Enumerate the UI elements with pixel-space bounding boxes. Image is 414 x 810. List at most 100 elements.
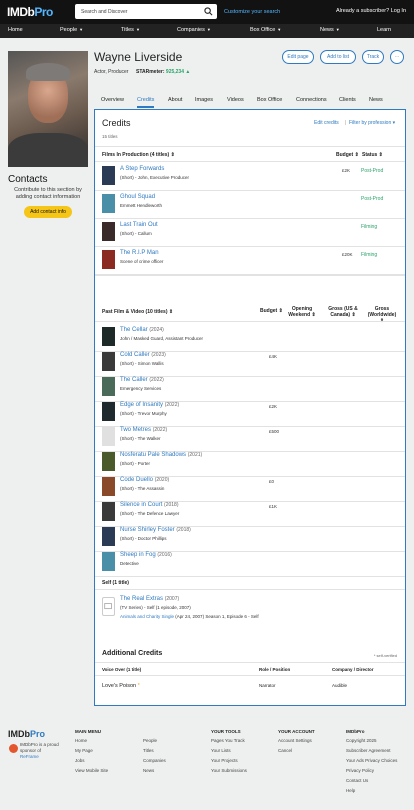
- sponsor-note: IMDbPro is a proud sponsor of ReFrame: [20, 742, 59, 760]
- footer-link-mobile[interactable]: View Mobile Site: [75, 768, 108, 773]
- add-to-list-button[interactable]: Add to list: [320, 50, 356, 64]
- past-film-header[interactable]: Past Film & Video (10 titles) ⇕: [102, 309, 173, 315]
- login-link[interactable]: Already a subscriber? Log In: [336, 8, 406, 14]
- poster-thumbnail[interactable]: [102, 327, 115, 346]
- footer-link-subscriber-agreement[interactable]: Subscriber Agreement: [346, 748, 391, 753]
- edit-credits-link[interactable]: Edit credits: [314, 120, 339, 126]
- poster-thumbnail[interactable]: [102, 452, 115, 471]
- footer-link-home[interactable]: Home: [75, 738, 87, 743]
- footer-link-submissions[interactable]: Your Submissions: [211, 768, 247, 773]
- footer-link-account-settings[interactable]: Account Settings: [278, 738, 312, 743]
- credit-title-link[interactable]: Nosferatu Pale Shadows (2021): [120, 452, 202, 458]
- budget-column-header[interactable]: Budget ⇕: [336, 152, 359, 158]
- episode-info: Animals and Charity Single (Apr 24, 2007…: [120, 614, 259, 619]
- tab-images[interactable]: Images: [195, 97, 213, 103]
- link-separator: |: [345, 120, 347, 126]
- credit-title-link[interactable]: The Caller (2022): [120, 377, 164, 383]
- customize-search-link[interactable]: Customize your search: [224, 9, 280, 15]
- footer-logo[interactable]: IMDbPro: [8, 729, 45, 739]
- search-input[interactable]: Search and Discover: [75, 4, 217, 19]
- footer-link-titles[interactable]: Titles: [143, 748, 154, 753]
- episode-link[interactable]: Animals and Charity Single: [120, 614, 174, 619]
- credit-title-link[interactable]: Cold Caller (2023): [120, 352, 166, 358]
- edit-page-button[interactable]: Edit page: [282, 50, 314, 64]
- credit-role: Scene of crime officer: [120, 259, 164, 264]
- tab-credits[interactable]: Credits: [137, 97, 155, 108]
- footer-link-people[interactable]: People: [143, 738, 157, 743]
- poster-thumbnail[interactable]: [102, 502, 115, 521]
- nav-people[interactable]: People ▼: [60, 27, 83, 33]
- credit-title-link[interactable]: Edge of Insanity (2022): [120, 402, 179, 408]
- role-column-header: Role / Position: [259, 667, 291, 672]
- track-button[interactable]: Track: [362, 50, 384, 64]
- footer-link-privacy-policy[interactable]: Privacy Policy: [346, 768, 374, 773]
- poster-thumbnail[interactable]: [102, 222, 115, 241]
- reframe-link[interactable]: ReFrame: [20, 754, 59, 760]
- poster-thumbnail[interactable]: [102, 527, 115, 546]
- tab-clients[interactable]: Clients: [339, 97, 356, 103]
- tab-overview[interactable]: Overview: [101, 97, 124, 103]
- nav-titles[interactable]: Titles ▼: [121, 27, 140, 33]
- poster-thumbnail[interactable]: [102, 194, 115, 213]
- imdbpro-logo[interactable]: IMDbPro: [7, 5, 53, 19]
- tab-videos[interactable]: Videos: [227, 97, 244, 103]
- poster-thumbnail[interactable]: [102, 552, 115, 571]
- company-column-header: Company / Director: [332, 667, 374, 672]
- footer-link-companies[interactable]: Companies: [143, 758, 166, 763]
- credit-title-link[interactable]: A Step Forwards: [120, 166, 164, 172]
- poster-thumbnail[interactable]: [102, 377, 115, 396]
- more-options-button[interactable]: ⋯: [390, 50, 404, 64]
- in-production-header[interactable]: Films In Production (4 titles) ⇕: [102, 152, 175, 158]
- tab-news[interactable]: News: [369, 97, 383, 103]
- poster-thumbnail[interactable]: [102, 477, 115, 496]
- past-budget-column-header[interactable]: Budget ⇕: [260, 308, 283, 314]
- credit-title-link[interactable]: The Cellar (2024): [120, 327, 164, 333]
- profile-photo[interactable]: [8, 51, 88, 167]
- footer-link-news[interactable]: News: [143, 768, 154, 773]
- footer-link-cancel[interactable]: Cancel: [278, 748, 292, 753]
- add-contact-info-button[interactable]: Add contact info: [24, 206, 72, 218]
- credit-title-link[interactable]: Code Duello (2020): [120, 477, 169, 483]
- credit-role: (Short) - Callum: [120, 231, 152, 236]
- footer-link-tracked[interactable]: Pages You Track: [211, 738, 245, 743]
- filter-by-profession-dropdown[interactable]: Filter by profession ▾: [349, 120, 395, 126]
- additional-credit-title[interactable]: Love's Poison *: [102, 683, 140, 689]
- poster-thumbnail[interactable]: [102, 250, 115, 269]
- poster-thumbnail[interactable]: [102, 427, 115, 446]
- nav-news[interactable]: News ▼: [320, 27, 340, 33]
- footer-link-lists[interactable]: Your Lists: [211, 748, 231, 753]
- starmeter[interactable]: STARmeter: 925,234 ▲: [136, 69, 190, 75]
- footer-link-contact[interactable]: Contact Us: [346, 778, 368, 783]
- status-column-header[interactable]: Status ⇕: [362, 152, 383, 158]
- tab-connections[interactable]: Connections: [296, 97, 327, 103]
- nav-home[interactable]: Home: [8, 27, 23, 33]
- poster-thumbnail[interactable]: [102, 352, 115, 371]
- poster-thumbnail[interactable]: [102, 166, 115, 185]
- footer-link-jobs[interactable]: Jobs: [75, 758, 85, 763]
- tab-box-office[interactable]: Box Office: [257, 97, 282, 103]
- credit-title-link[interactable]: Two Metres (2022): [120, 427, 167, 433]
- credit-title-link[interactable]: Last Train Out: [120, 222, 158, 228]
- credit-title-link[interactable]: Sheep in Fog (2016): [120, 552, 172, 558]
- footer-link-ads-privacy[interactable]: Your Ads Privacy Choices: [346, 758, 397, 763]
- nav-learn[interactable]: Learn: [377, 27, 391, 33]
- credit-title-link[interactable]: Nurse Shirley Foster (2018): [120, 527, 191, 533]
- footer-link-projects[interactable]: Your Projects: [211, 758, 238, 763]
- footer-link-my-page[interactable]: My Page: [75, 748, 93, 753]
- reframe-icon: [9, 744, 18, 753]
- nav-companies[interactable]: Companies ▼: [177, 27, 211, 33]
- your-tools-heading: YOUR TOOLS: [211, 729, 241, 734]
- credit-title-link[interactable]: Silence in Court (2018): [120, 502, 178, 508]
- search-icon[interactable]: [204, 7, 213, 16]
- nav-box-office[interactable]: Box Office ▼: [250, 27, 281, 33]
- footer-link-help[interactable]: Help: [346, 788, 355, 793]
- opening-weekend-column-header[interactable]: Opening Weekend ⇕: [287, 306, 317, 318]
- credit-title-link[interactable]: The R.I.P Man: [120, 250, 159, 256]
- credit-title-link[interactable]: The Real Extras (2007): [120, 596, 179, 602]
- main-menu-heading: MAIN MENU: [75, 729, 101, 734]
- placeholder-poster[interactable]: [102, 597, 115, 616]
- poster-thumbnail[interactable]: [102, 402, 115, 421]
- gross-us-column-header[interactable]: Gross (US & Canada) ⇕: [324, 306, 362, 318]
- tab-about[interactable]: About: [168, 97, 182, 103]
- credit-title-link[interactable]: Ghoul Squad: [120, 194, 155, 200]
